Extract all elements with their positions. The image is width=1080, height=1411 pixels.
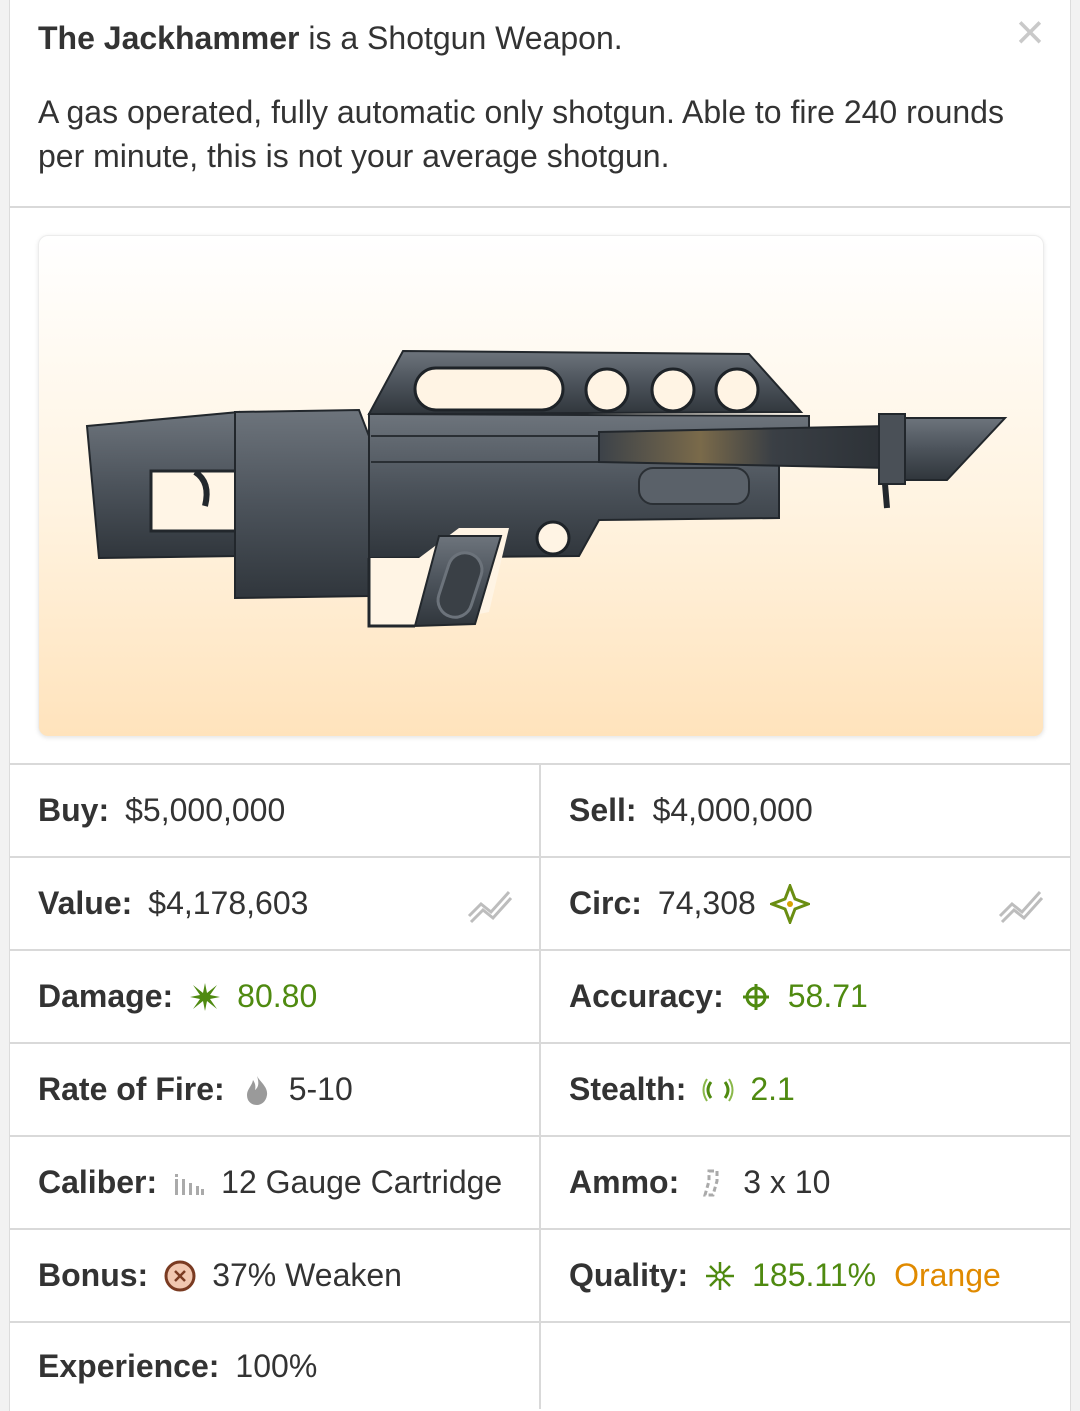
quality-cell: Quality: 185.11% Orange <box>541 1230 1070 1321</box>
item-type-text: is a Shotgun Weapon. <box>308 20 623 56</box>
damage-burst-icon <box>189 981 221 1013</box>
experience-value: 100% <box>235 1347 318 1384</box>
quality-star-icon <box>704 1260 736 1292</box>
stats-row: Bonus: 37% Weaken Quality: 185.11% Orang… <box>10 1230 1070 1323</box>
caliber-value: 12 Gauge Cartridge <box>221 1164 503 1200</box>
stealth-label: Stealth: <box>569 1071 687 1107</box>
item-image-frame <box>38 235 1044 737</box>
damage-value: 80.80 <box>237 978 318 1014</box>
experience-cell: Experience: 100% <box>10 1323 541 1409</box>
sell-label: Sell: <box>569 792 637 828</box>
signal-waves-icon <box>702 1074 734 1106</box>
circ-label: Circ: <box>569 885 642 921</box>
flame-icon <box>241 1074 273 1106</box>
quality-label: Quality: <box>569 1257 689 1293</box>
magazine-icon <box>695 1167 727 1199</box>
empty-cell <box>541 1323 1070 1409</box>
circ-cell: Circ: 74,308 <box>541 858 1070 949</box>
item-header: The Jackhammer is a Shotgun Weapon. A ga… <box>10 0 1070 208</box>
caliber-cell: Caliber: 12 Gauge Cartridge <box>10 1137 541 1228</box>
circ-value: 74,308 <box>657 885 756 921</box>
stealth-cell: Stealth: 2.1 <box>541 1044 1070 1135</box>
sparkle-icon <box>769 883 810 924</box>
ammo-label: Ammo: <box>569 1164 680 1200</box>
item-description: A gas operated, fully automatic only sho… <box>38 94 1004 174</box>
damage-label: Damage: <box>38 978 174 1014</box>
crosshair-icon <box>740 981 772 1013</box>
ammo-value: 3 x 10 <box>743 1164 831 1200</box>
stats-row: Experience: 100% <box>10 1323 1070 1409</box>
buy-value: $5,000,000 <box>125 792 286 828</box>
stats-row: Caliber: 12 Gauge Cartridge Ammo: 3 x 10 <box>10 1137 1070 1230</box>
rate-of-fire-label: Rate of Fire: <box>38 1071 225 1107</box>
accuracy-cell: Accuracy: 58.71 <box>541 951 1070 1042</box>
rate-of-fire-cell: Rate of Fire: 5-10 <box>10 1044 541 1135</box>
sell-value: $4,000,000 <box>652 792 813 828</box>
stats-row: Damage: 80.80 Accuracy: 58.71 <box>10 951 1070 1044</box>
value-cell: Value: $4,178,603 <box>10 858 541 949</box>
caliber-label: Caliber: <box>38 1164 158 1200</box>
value-value: $4,178,603 <box>148 885 309 921</box>
jackhammer-shotgun-image <box>85 349 1008 628</box>
stats-row: Buy: $5,000,000 Sell: $4,000,000 <box>10 765 1070 858</box>
ammo-cell: Ammo: 3 x 10 <box>541 1137 1070 1228</box>
bonus-value: 37% Weaken <box>212 1257 402 1293</box>
damage-cell: Damage: 80.80 <box>10 951 541 1042</box>
stats-table: Buy: $5,000,000 Sell: $4,000,000 Value: … <box>10 763 1070 1409</box>
quality-value: 185.11% <box>752 1257 877 1293</box>
item-name: The Jackhammer <box>38 20 300 56</box>
weaken-bonus-icon[interactable] <box>164 1260 196 1292</box>
quality-rarity: Orange <box>894 1257 1001 1293</box>
value-label: Value: <box>38 885 133 921</box>
accuracy-value: 58.71 <box>787 978 868 1014</box>
rate-of-fire-value: 5-10 <box>288 1071 353 1107</box>
stealth-value: 2.1 <box>750 1071 795 1107</box>
bonus-cell: Bonus: 37% Weaken <box>10 1230 541 1321</box>
buy-cell: Buy: $5,000,000 <box>10 765 541 856</box>
experience-label: Experience: <box>38 1347 220 1384</box>
stats-row: Rate of Fire: 5-10 Stealth: 2.1 <box>10 1044 1070 1137</box>
accuracy-label: Accuracy: <box>569 978 724 1014</box>
buy-label: Buy: <box>38 792 110 828</box>
bullets-icon <box>173 1167 205 1199</box>
bonus-label: Bonus: <box>38 1257 149 1293</box>
item-intro: The Jackhammer is a Shotgun Weapon. <box>38 18 623 58</box>
trend-chart-icon[interactable] <box>467 884 513 924</box>
trend-chart-icon[interactable] <box>998 884 1044 924</box>
item-info-panel: The Jackhammer is a Shotgun Weapon. A ga… <box>9 0 1071 1411</box>
sell-cell: Sell: $4,000,000 <box>541 765 1070 856</box>
close-icon[interactable]: × <box>1008 7 1052 57</box>
stats-row: Value: $4,178,603 Circ: 74,308 <box>10 858 1070 951</box>
